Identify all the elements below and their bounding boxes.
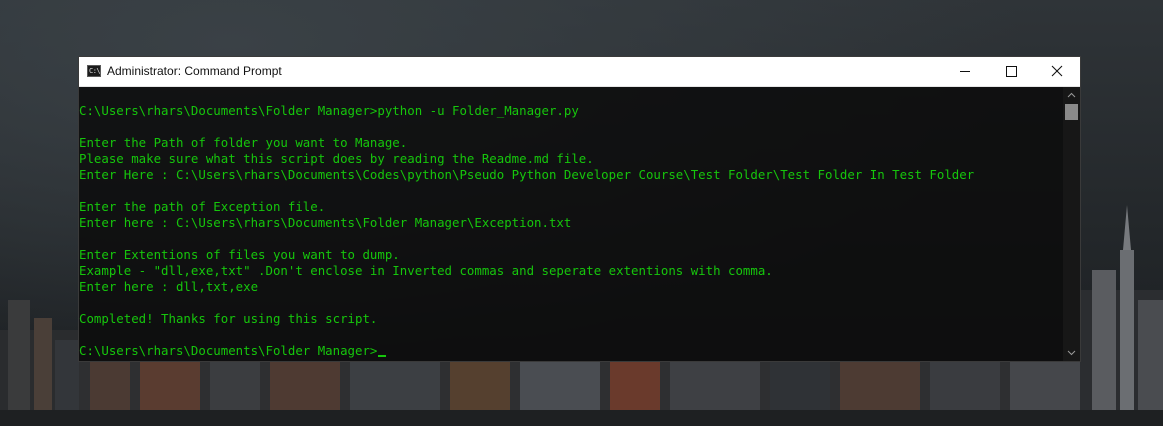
scroll-thumb[interactable] [1065, 104, 1078, 120]
console-line: Completed! Thanks for using this script. [79, 311, 378, 326]
maximize-button[interactable] [988, 57, 1034, 86]
minimize-button[interactable] [942, 57, 988, 86]
console-icon[interactable]: C:\ [87, 65, 101, 77]
console-line: Please make sure what this script does b… [79, 151, 594, 166]
text-cursor [378, 355, 387, 357]
maximize-icon [1006, 66, 1017, 77]
window-title: Administrator: Command Prompt [107, 64, 282, 78]
scroll-down-button[interactable] [1063, 344, 1080, 361]
console-line: Enter the Path of folder you want to Man… [79, 135, 408, 150]
console-icon-glyph: C:\ [89, 67, 101, 75]
console-line: Enter Here : C:\Users\rhars\Documents\Co… [79, 167, 975, 182]
console-line: C:\Users\rhars\Documents\Folder Manager>… [79, 103, 579, 118]
console-line: Enter here : dll,txt,exe [79, 279, 259, 294]
prompt-text: C:\Users\rhars\Documents\Folder Manager> [79, 343, 378, 358]
console-line: Enter Extentions of files you want to du… [79, 247, 400, 262]
chevron-up-icon [1067, 92, 1076, 98]
vertical-scrollbar[interactable] [1063, 87, 1080, 361]
title-bar[interactable]: C:\ Administrator: Command Prompt [79, 57, 1080, 87]
console-line: Enter the path of Exception file. [79, 199, 326, 214]
scroll-up-button[interactable] [1063, 87, 1080, 104]
minimize-icon [960, 71, 970, 72]
console-lines: C:\Users\rhars\Documents\Folder Manager>… [79, 103, 974, 359]
console-line: Enter here : C:\Users\rhars\Documents\Fo… [79, 215, 572, 230]
chevron-down-icon [1067, 350, 1076, 356]
close-icon [1051, 65, 1063, 77]
console-output[interactable]: C:\Users\rhars\Documents\Folder Manager>… [79, 87, 1063, 361]
command-prompt-window[interactable]: C:\ Administrator: Command Prompt C:\Use… [79, 57, 1080, 361]
prompt-line[interactable]: C:\Users\rhars\Documents\Folder Manager> [79, 343, 974, 359]
close-button[interactable] [1034, 57, 1080, 86]
console-line: Example - "dll,exe,txt" .Don't enclose i… [79, 263, 773, 278]
